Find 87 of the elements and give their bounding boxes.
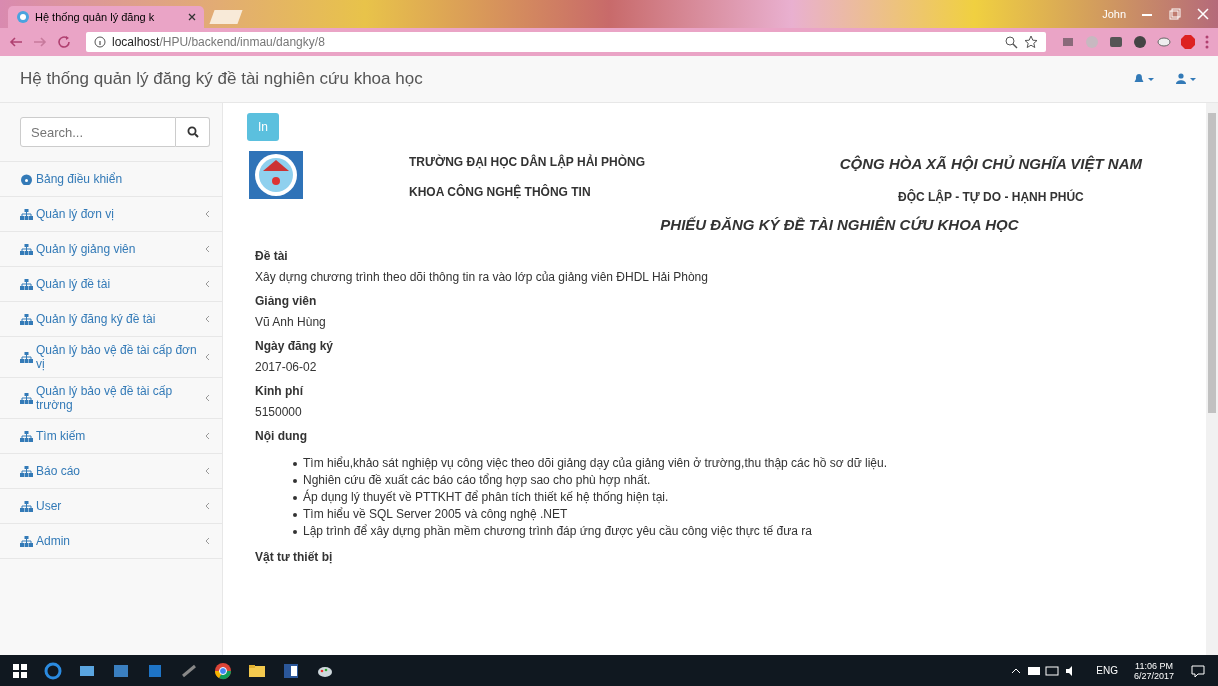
sitemap-icon	[20, 392, 33, 404]
chevron-icon	[205, 502, 210, 510]
field-value: Xây dựng chương trình theo dõi thông tin ra vào lớp của giảng viên ĐHDL Hải Phòng	[255, 270, 709, 284]
field-value: Vũ Anh Hùng	[255, 315, 327, 329]
browser-icon[interactable]	[44, 661, 62, 680]
field-label: Ngày đăng ký	[255, 339, 335, 353]
language-indicator[interactable]: ENG	[1096, 665, 1118, 676]
sitemap-icon	[20, 500, 33, 512]
content-item: Lập trình để xây dựng phần mềm chương trình đáp ứng được yêu cầu công việc thực tế đưa ra	[303, 523, 812, 540]
search-icon	[186, 126, 199, 138]
sidebar-item[interactable]: Báo cáo	[0, 454, 222, 489]
sitemap-icon	[20, 535, 33, 547]
content-item: Tìm hiểu,khảo sát nghiệp vụ công việc theo dõi giảng dạy của giảng viên ở trường,thu thập các hồ sơ dữ liệu.	[303, 455, 888, 472]
sidebar-item[interactable]: Quản lý bảo vệ đề tài cấp trường	[0, 378, 222, 419]
chevron-icon	[205, 537, 210, 545]
search-field[interactable]: Search...	[20, 117, 176, 147]
profile-name[interactable]: John	[1102, 8, 1126, 20]
info-icon	[94, 36, 106, 48]
chevron-icon	[205, 315, 210, 323]
sidebar-item[interactable]: Quản lý bảo vệ đề tài cấp đơn vị	[0, 337, 222, 378]
bullet-icon	[293, 529, 297, 534]
sidebar-item[interactable]: Admin	[0, 524, 222, 559]
field-value: 2017-06-02	[255, 360, 318, 374]
content-item: Tìm hiểu về SQL Server 2005 và công nghệ .NET	[303, 506, 568, 523]
search-button[interactable]	[176, 117, 210, 147]
app-title[interactable]: Hệ thống quản lý đăng ký đề tài nghiên cứu khoa học	[20, 69, 423, 89]
bullet-icon	[293, 512, 297, 517]
chevron-icon	[205, 210, 210, 218]
restore-icon[interactable]	[1168, 7, 1182, 21]
content-item: Áp dụng lý thuyết về PTTKHT để phân tích thiết kế hệ thống hiện tại.	[303, 489, 669, 506]
chevron-icon	[205, 280, 210, 288]
chevron-icon	[205, 245, 210, 253]
bullet-icon	[293, 461, 297, 466]
notification-icon[interactable]	[1190, 662, 1206, 679]
url-text: localhost/HPU/backend/inmau/dangky/8	[112, 35, 325, 49]
windows-icon[interactable]	[12, 662, 28, 679]
zoom-icon[interactable]	[1004, 35, 1018, 49]
reload-icon[interactable]	[56, 34, 72, 50]
sidebar-item[interactable]: Bảng điều khiển	[0, 162, 222, 197]
extension-icon[interactable]	[1108, 34, 1124, 50]
sitemap-icon	[20, 278, 33, 290]
chevron-icon	[205, 394, 210, 402]
bullet-icon	[293, 478, 297, 483]
university-logo	[249, 151, 303, 199]
close-icon[interactable]	[188, 13, 196, 21]
sidebar-item[interactable]: User	[0, 489, 222, 524]
sitemap-icon	[20, 208, 33, 220]
extension-icon[interactable]	[1132, 34, 1148, 50]
star-icon[interactable]	[1024, 35, 1038, 49]
globe-icon	[16, 10, 30, 24]
chevron-icon	[205, 432, 210, 440]
field-value: 5150000	[255, 405, 303, 419]
sidebar-item[interactable]: Quản lý giảng viên	[0, 232, 222, 267]
address-bar[interactable]: localhost/HPU/backend/inmau/dangky/8	[86, 32, 1046, 52]
menu-icon[interactable]	[1204, 34, 1210, 50]
user-icon[interactable]	[1176, 73, 1198, 85]
faculty-name: KHOA CÔNG NGHỆ THÔNG TIN	[409, 185, 592, 199]
sitemap-icon	[20, 351, 33, 363]
extension-icon[interactable]	[1156, 34, 1172, 50]
form-title: PHIẾU ĐĂNG KÝ ĐỀ TÀI NGHIÊN CỨU KHOA HỌC	[659, 216, 1020, 233]
clock[interactable]: 11:06 PM 6/27/2017	[1133, 660, 1174, 681]
chrome-icon[interactable]	[214, 661, 232, 680]
field-label: Kinh phí	[255, 384, 304, 398]
sitemap-icon	[20, 313, 33, 325]
browser-tab[interactable]: Hệ thống quản lý đăng k	[8, 6, 204, 28]
field-label: Nội dung	[255, 429, 308, 443]
nation-heading: CỘNG HÒA XÃ HỘI CHỦ NGHĨA VIỆT NAM	[839, 155, 1142, 172]
sidebar-item[interactable]: Quản lý đơn vị	[0, 197, 222, 232]
bell-icon[interactable]	[1134, 73, 1156, 85]
sidebar-item[interactable]: Quản lý đăng ký đề tài	[0, 302, 222, 337]
field-label: Đề tài	[255, 249, 289, 263]
chevron-icon	[205, 353, 210, 361]
content-item: Nghiên cứu đề xuất các báo cáo tổng hợp sao cho phù hợp nhất.	[303, 472, 651, 489]
school-name: TRƯỜNG ĐẠI HỌC DÂN LẬP HẢI PHÒNG	[409, 155, 645, 169]
sitemap-icon	[20, 430, 33, 442]
sidebar-item[interactable]: Quản lý đề tài	[0, 267, 222, 302]
chevron-icon	[205, 467, 210, 475]
sitemap-icon	[20, 465, 33, 477]
dashboard-icon	[20, 173, 33, 185]
field-label: Vật tư thiết bị	[255, 550, 334, 564]
sitemap-icon	[20, 243, 33, 255]
motto: ĐỘC LẬP - TỰ DO - HẠNH PHÚC	[898, 190, 1084, 204]
scrollbar[interactable]	[1206, 103, 1218, 655]
field-label: Giảng viên	[255, 294, 318, 308]
document-icon[interactable]	[282, 661, 300, 680]
sidebar-item[interactable]: Tìm kiếm	[0, 419, 222, 454]
bullet-icon	[293, 495, 297, 500]
